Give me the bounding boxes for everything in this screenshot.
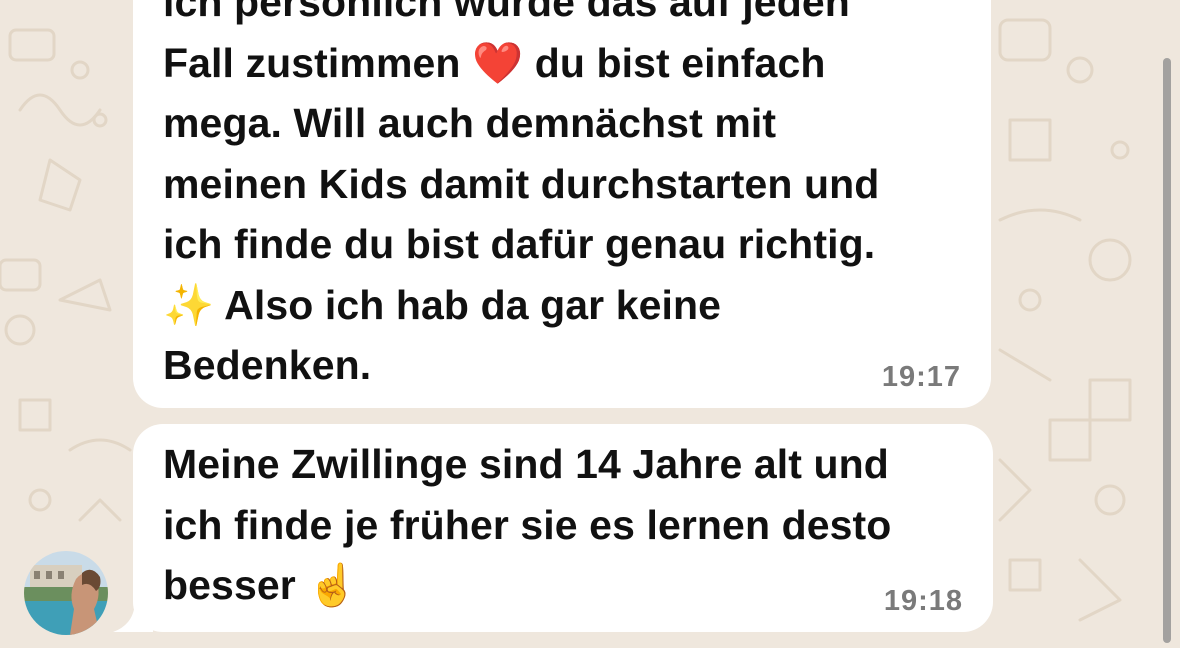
message-timestamp: 19:18 — [883, 585, 963, 617]
message-bubble[interactable]: ich persönlich würde das auf jeden Fall … — [133, 0, 991, 408]
avatar-photo-icon — [24, 551, 108, 635]
contact-avatar[interactable] — [24, 551, 108, 635]
message-text: ich persönlich würde das auf jeden Fall … — [163, 0, 880, 388]
message-timestamp: 19:17 — [881, 361, 961, 393]
message-text: Meine Zwillinge sind 14 Jahre alt und ic… — [163, 441, 892, 608]
scrollbar[interactable] — [1163, 58, 1171, 643]
message-bubble[interactable]: Meine Zwillinge sind 14 Jahre alt und ic… — [133, 424, 993, 632]
